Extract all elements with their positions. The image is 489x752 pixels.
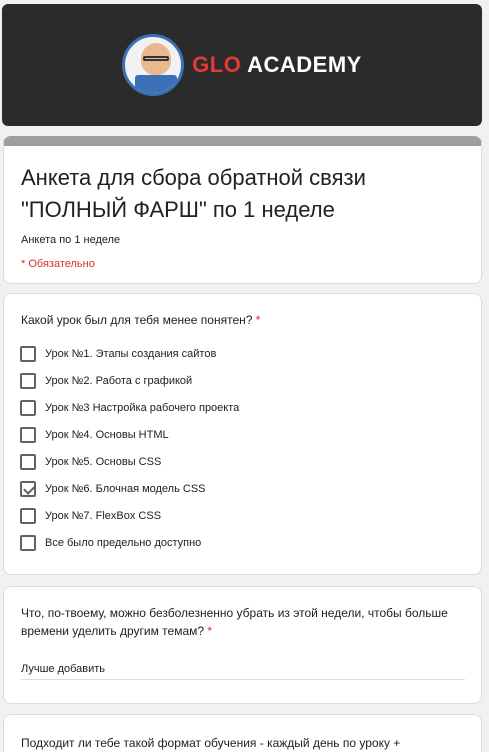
checkbox-option-checked[interactable]: Урок №6. Блочная модель CSS	[20, 480, 206, 498]
required-note: * Обязательно	[21, 258, 95, 270]
option-label: Все было предельно доступно	[45, 537, 202, 549]
input-underline	[21, 679, 465, 680]
form-header-banner: GLO ACADEMY	[2, 4, 482, 126]
question-title-text: Подходит ли тебе такой формат обучения -…	[21, 736, 401, 750]
checkbox-icon[interactable]	[20, 454, 36, 470]
question-lessons-card: Какой урок был для тебя менее понятен? *…	[3, 293, 482, 575]
checkbox-option[interactable]: Урок №4. Основы HTML	[20, 426, 169, 444]
checkbox-option[interactable]: Все было предельно доступно	[20, 534, 201, 552]
question-title: Подходит ли тебе такой формат обучения -…	[21, 734, 461, 752]
mascot-logo-icon	[122, 34, 185, 96]
option-label: Урок №3 Настройка рабочего проекта	[45, 402, 240, 414]
option-label: Урок №2. Работа с графикой	[45, 375, 193, 387]
form-title: Анкета для сбора обратной связи "ПОЛНЫЙ …	[21, 165, 366, 222]
checkmark-icon[interactable]	[20, 481, 36, 497]
logo-text: GLO ACADEMY	[192, 52, 362, 78]
checkbox-icon[interactable]	[20, 508, 36, 524]
option-label: Урок №5. Основы CSS	[45, 456, 162, 468]
checkbox-icon[interactable]	[20, 346, 36, 362]
checkbox-option[interactable]: Урок №1. Этапы создания сайтов	[20, 345, 216, 363]
question-title: Что, по-твоему, можно безболезненно убра…	[21, 604, 461, 640]
checkbox-icon[interactable]	[20, 373, 36, 389]
glo-academy-logo: GLO ACADEMY	[122, 34, 362, 96]
question-title-text: Какой урок был для тебя менее понятен?	[21, 313, 253, 327]
required-asterisk: *	[255, 313, 261, 327]
form-description: Анкета по 1 неделе	[21, 234, 121, 246]
question-format-card: Подходит ли тебе такой формат обучения -…	[3, 714, 482, 752]
option-label: Урок №1. Этапы создания сайтов	[45, 348, 217, 360]
question-title: Какой урок был для тебя менее понятен? *	[21, 311, 260, 329]
short-answer-input[interactable]: Лучше добавить	[21, 663, 105, 675]
required-asterisk: *	[207, 624, 213, 638]
checkbox-option[interactable]: Урок №3 Настройка рабочего проекта	[20, 399, 239, 417]
form-title-card: Анкета для сбора обратной связи "ПОЛНЫЙ …	[3, 136, 482, 284]
logo-text-glo: GLO	[192, 52, 242, 77]
checkbox-icon[interactable]	[20, 535, 36, 551]
checkbox-option[interactable]: Урок №2. Работа с графикой	[20, 372, 192, 390]
checkbox-icon[interactable]	[20, 427, 36, 443]
checkbox-option[interactable]: Урок №7. FlexBox CSS	[20, 507, 161, 525]
question-remove-card: Что, по-твоему, можно безболезненно убра…	[3, 586, 482, 704]
option-label: Урок №6. Блочная модель CSS	[45, 483, 206, 495]
question-title-text: Что, по-твоему, можно безболезненно убра…	[21, 606, 448, 638]
option-label: Урок №4. Основы HTML	[45, 429, 169, 441]
checkbox-icon[interactable]	[20, 400, 36, 416]
option-label: Урок №7. FlexBox CSS	[45, 510, 162, 522]
logo-text-academy: ACADEMY	[247, 52, 362, 77]
checkbox-option[interactable]: Урок №5. Основы CSS	[20, 453, 161, 471]
